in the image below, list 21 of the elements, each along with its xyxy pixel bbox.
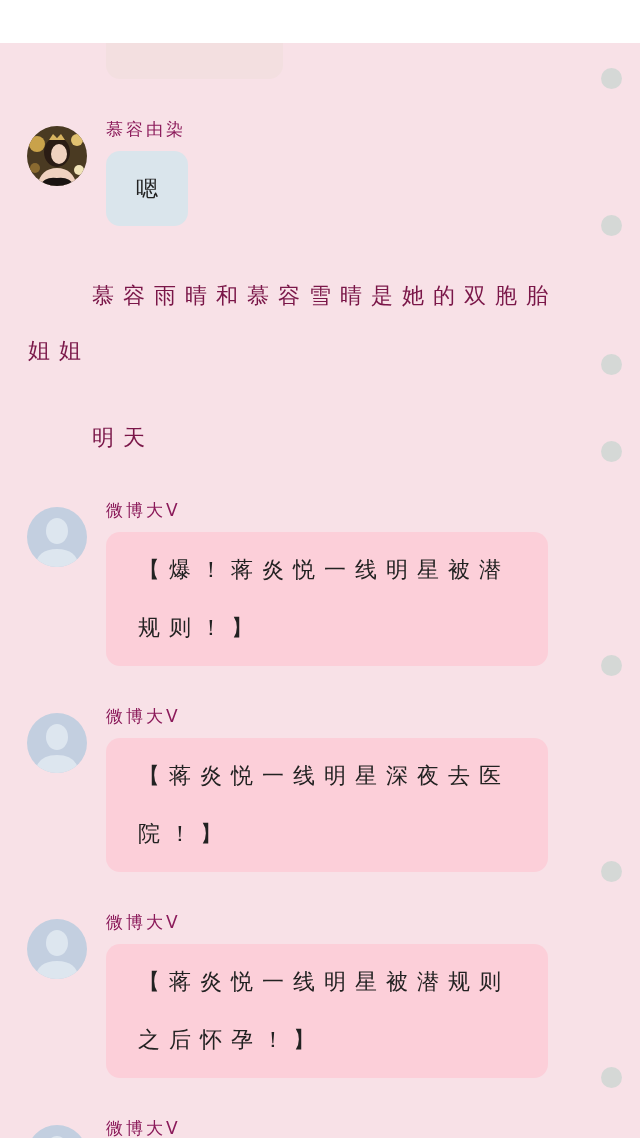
- avatar-icon: [27, 919, 87, 979]
- narration-text: 慕容雨晴和慕容雪晴是她的双胞胎姐姐: [28, 282, 558, 365]
- status-dot: [601, 1067, 622, 1088]
- status-dot: [601, 861, 622, 882]
- sender-name: 微博大V: [106, 706, 181, 727]
- narration-text: 明天: [91, 424, 155, 452]
- message-bubble: 【蒋炎悦一线明星深夜去医院！】: [106, 738, 548, 872]
- message-bubble: 【爆！蒋炎悦一线明星被潜规则！】: [106, 532, 548, 666]
- sender-name: 微博大V: [106, 912, 181, 933]
- sender-name: 慕容由染: [106, 119, 186, 140]
- message-bubble: 【蒋炎悦一线明星被潜规则之后怀孕！】: [106, 944, 548, 1078]
- message-bubble: 嗯: [106, 151, 188, 226]
- status-dot: [601, 354, 622, 375]
- avatar-icon: [27, 507, 87, 567]
- status-dot: [601, 441, 622, 462]
- avatar-icon: [27, 713, 87, 773]
- status-dot: [601, 655, 622, 676]
- sender-name: 微博大V: [106, 1118, 181, 1138]
- status-dot: [601, 215, 622, 236]
- status-dot: [601, 68, 622, 89]
- sender-name: 微博大V: [106, 500, 181, 521]
